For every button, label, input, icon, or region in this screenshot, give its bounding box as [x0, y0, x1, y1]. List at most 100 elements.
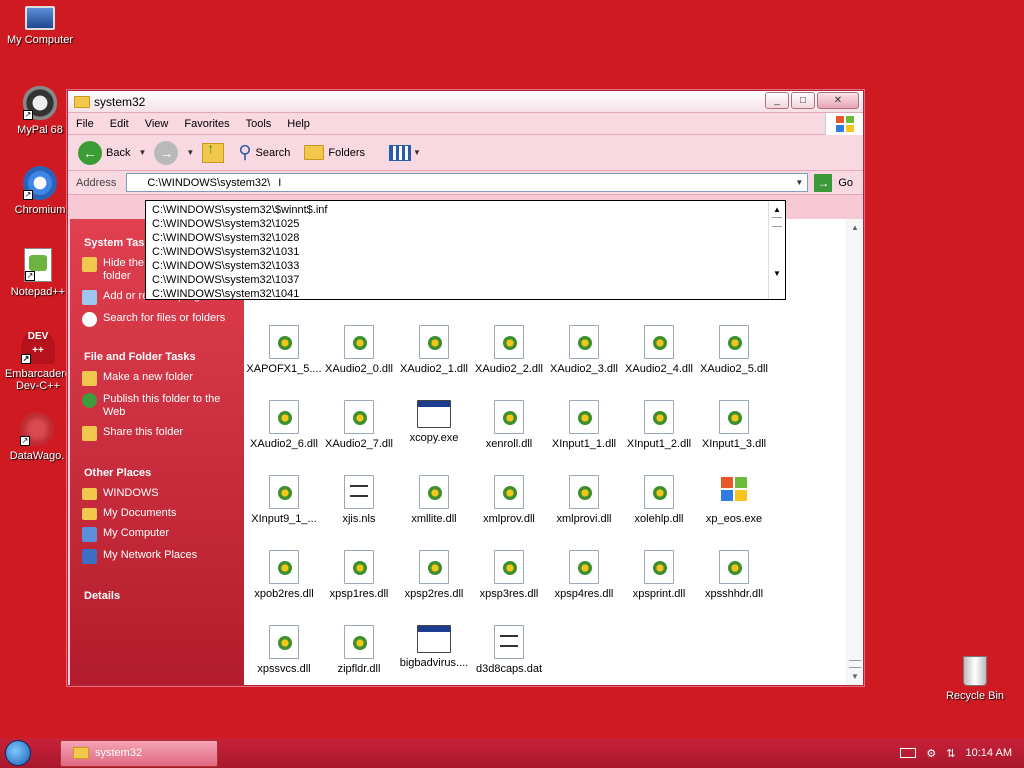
details-heading[interactable]: Details	[84, 590, 244, 602]
file-name: XAPOFX1_5....	[246, 363, 322, 375]
maximize-button[interactable]: □	[791, 92, 815, 109]
place-my-documents[interactable]: My Documents	[82, 507, 244, 520]
file-item[interactable]: XInput1_2.dll	[621, 400, 697, 450]
file-item[interactable]: xpsshhdr.dll	[696, 550, 772, 600]
place-windows[interactable]: WINDOWS	[82, 487, 244, 500]
other-places-heading[interactable]: Other Places	[84, 467, 244, 479]
chevron-down-icon[interactable]: ▼	[138, 148, 146, 157]
file-item[interactable]: xpob2res.dll	[246, 550, 322, 600]
scroll-thumb[interactable]	[849, 660, 861, 668]
file-item[interactable]: XAudio2_3.dll	[546, 325, 622, 375]
chevron-down-icon[interactable]: ▼	[791, 174, 807, 191]
scroll-thumb[interactable]	[772, 217, 782, 227]
file-item[interactable]: xcopy.exe	[396, 400, 472, 444]
file-item[interactable]: xpsp4res.dll	[546, 550, 622, 600]
file-item[interactable]: xolehlp.dll	[621, 475, 697, 525]
autocomplete-item[interactable]: C:\WINDOWS\system32\1025	[152, 217, 779, 231]
file-item[interactable]: xpsp1res.dll	[321, 550, 397, 600]
back-button[interactable]: ← Back ▼	[78, 140, 146, 165]
chevron-down-icon[interactable]: ▼	[186, 148, 194, 157]
file-item[interactable]: xmlprov.dll	[471, 475, 547, 525]
autocomplete-item[interactable]: C:\WINDOWS\system32\1031	[152, 245, 779, 259]
scroll-down-icon[interactable]: ▼	[769, 267, 785, 281]
file-item[interactable]: XAudio2_6.dll	[246, 400, 322, 450]
task-new-folder[interactable]: Make a new folder	[82, 371, 244, 386]
file-item[interactable]: XAPOFX1_5....	[246, 325, 322, 375]
file-item[interactable]: XAudio2_1.dll	[396, 325, 472, 375]
explorer-window[interactable]: system32 _ □ ✕ File Edit View Favorites …	[67, 90, 864, 686]
task-publish[interactable]: Publish this folder to the Web	[82, 393, 244, 419]
autocomplete-item[interactable]: C:\WINDOWS\system32\1037	[152, 273, 779, 287]
file-item[interactable]: XInput1_1.dll	[546, 400, 622, 450]
file-item[interactable]: XAudio2_5.dll	[696, 325, 772, 375]
menu-help[interactable]: Help	[279, 118, 318, 130]
file-name: xpsshhdr.dll	[704, 588, 764, 600]
autocomplete-item[interactable]: C:\WINDOWS\system32\1041	[152, 287, 779, 301]
file-tasks-heading[interactable]: File and Folder Tasks	[84, 351, 244, 363]
file-item[interactable]: xmllite.dll	[396, 475, 472, 525]
menu-edit[interactable]: Edit	[102, 118, 137, 130]
task-search[interactable]: Search for files or folders	[82, 312, 244, 327]
file-name: xcopy.exe	[409, 432, 459, 444]
desktop-icon-recycle-bin[interactable]: Recycle Bin	[935, 656, 1015, 702]
autocomplete-scrollbar[interactable]: ▲ ▼	[768, 201, 785, 299]
scroll-up-icon[interactable]: ▲	[847, 219, 863, 236]
menu-favorites[interactable]: Favorites	[176, 118, 237, 130]
title-bar[interactable]: system32 _ □ ✕	[68, 91, 863, 113]
vertical-scrollbar[interactable]: ▲ ▼	[846, 219, 863, 685]
add-remove-icon	[82, 290, 97, 305]
file-item[interactable]: XAudio2_2.dll	[471, 325, 547, 375]
file-item[interactable]: bigbadvirus....	[396, 625, 472, 669]
network-tray-icon[interactable]: ⇅	[946, 747, 955, 760]
place-my-computer[interactable]: My Computer	[82, 527, 244, 542]
close-button[interactable]: ✕	[817, 92, 859, 109]
folders-button[interactable]: Folders	[304, 145, 365, 160]
taskbar-item-system32[interactable]: system32	[60, 739, 218, 767]
autocomplete-item[interactable]: C:\WINDOWS\system32\$winnt$.inf	[152, 203, 779, 217]
file-item[interactable]: xjis.nls	[321, 475, 397, 525]
file-item[interactable]: xpssvcs.dll	[246, 625, 322, 675]
address-input[interactable]: C:\WINDOWS\system32\ I ▼	[126, 173, 809, 192]
views-button[interactable]: ▼	[389, 144, 421, 161]
minimize-button[interactable]: _	[765, 92, 789, 109]
scroll-down-icon[interactable]: ▼	[847, 668, 863, 685]
menu-tools[interactable]: Tools	[238, 118, 280, 130]
file-item[interactable]: XInput1_3.dll	[696, 400, 772, 450]
file-item[interactable]: xpsp3res.dll	[471, 550, 547, 600]
file-item[interactable]: zipfldr.dll	[321, 625, 397, 675]
go-button[interactable]: → Go	[814, 173, 853, 192]
file-item[interactable]: XAudio2_7.dll	[321, 400, 397, 450]
file-item[interactable]: xp_eos.exe	[696, 475, 772, 525]
dll-file-icon	[419, 475, 449, 509]
text-cursor-icon: I	[278, 176, 282, 189]
file-item[interactable]: XAudio2_0.dll	[321, 325, 397, 375]
file-item[interactable]: xmlprovi.dll	[546, 475, 622, 525]
file-item[interactable]: XInput9_1_...	[246, 475, 322, 525]
file-item[interactable]: xenroll.dll	[471, 400, 547, 450]
task-share[interactable]: Share this folder	[82, 426, 244, 441]
keyboard-icon[interactable]	[900, 748, 917, 758]
up-folder-button[interactable]: ↑	[202, 140, 225, 163]
dll-file-icon	[494, 550, 524, 584]
file-item[interactable]: d3d8caps.dat	[471, 625, 547, 675]
tools-icon[interactable]: ⚙	[926, 747, 936, 760]
desktop-icon-datawago[interactable]: ↗ DataWago.	[0, 412, 77, 462]
start-button[interactable]	[0, 738, 36, 768]
clock[interactable]: 10:14 AM	[966, 747, 1012, 759]
scroll-up-icon[interactable]: ▲	[769, 203, 785, 217]
autocomplete-item[interactable]: C:\WINDOWS\system32\1028	[152, 231, 779, 245]
autocomplete-item[interactable]: C:\WINDOWS\system32\1033	[152, 259, 779, 273]
globe-icon	[82, 393, 97, 408]
file-item[interactable]: xpsprint.dll	[621, 550, 697, 600]
forward-button[interactable]: → ▼	[154, 140, 194, 165]
file-item[interactable]: xpsp2res.dll	[396, 550, 472, 600]
menu-file[interactable]: File	[68, 118, 102, 130]
dll-file-icon	[419, 325, 449, 359]
desktop-icon-my-computer[interactable]: My Computer	[0, 4, 80, 46]
place-network[interactable]: My Network Places	[82, 549, 244, 564]
menu-view[interactable]: View	[137, 118, 177, 130]
search-button[interactable]: ⚲ Search	[238, 142, 290, 163]
chevron-down-icon[interactable]: ▼	[413, 148, 421, 157]
taskbar-item-label: system32	[95, 747, 143, 759]
file-item[interactable]: XAudio2_4.dll	[621, 325, 697, 375]
